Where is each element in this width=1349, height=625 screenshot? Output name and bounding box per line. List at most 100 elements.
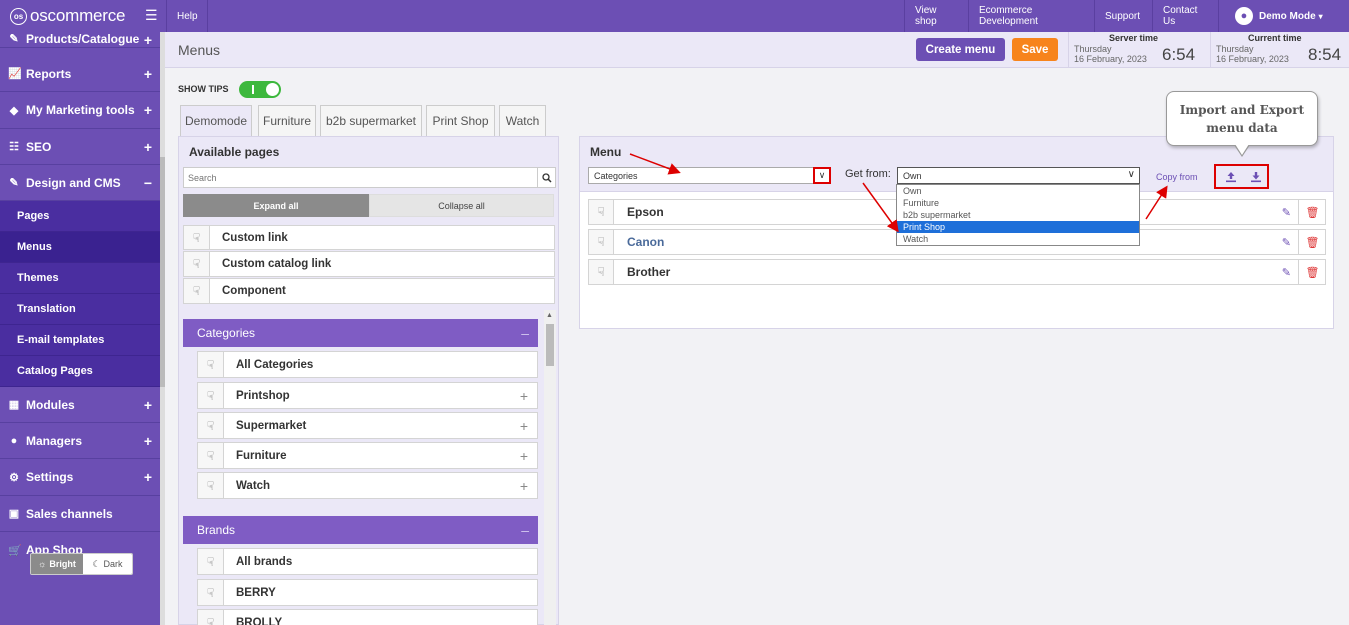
help-link[interactable]: Help bbox=[166, 0, 208, 32]
drag-hand-icon[interactable]: ☟ bbox=[589, 230, 614, 254]
edit-pencil-icon[interactable]: ✎ bbox=[1282, 206, 1291, 219]
available-pages-scrollbar[interactable]: ▲ bbox=[544, 310, 556, 625]
expand-all-button[interactable]: Expand all bbox=[183, 194, 369, 217]
chevron-down-icon[interactable]: ∨ bbox=[813, 167, 831, 184]
drag-hand-icon[interactable]: ☟ bbox=[184, 252, 210, 276]
edit-pencil-icon[interactable]: ✎ bbox=[1282, 266, 1291, 279]
expand-icon[interactable]: + bbox=[520, 478, 528, 494]
get-from-select[interactable]: Own ∨ bbox=[897, 167, 1140, 184]
contact-us-link[interactable]: Contact Us bbox=[1152, 0, 1218, 32]
sidebar-item-products[interactable]: ✎ Products/Catalogue + bbox=[0, 32, 160, 48]
sidebar-scrollbar[interactable] bbox=[160, 32, 165, 625]
sidebar-item-modules[interactable]: ▦ Modules + bbox=[0, 387, 160, 423]
dropdown-option[interactable]: Own bbox=[897, 185, 1139, 197]
dropdown-option[interactable]: Watch bbox=[897, 233, 1139, 245]
sidebar-subitem-pages[interactable]: Pages bbox=[0, 201, 160, 232]
hamburger-menu-icon[interactable]: ☰ bbox=[145, 7, 158, 24]
theme-bright-button[interactable]: ☼ Bright bbox=[31, 554, 83, 574]
category-item[interactable]: ☟ Watch + bbox=[197, 472, 538, 499]
sidebar-subitem-catalog-pages[interactable]: Catalog Pages bbox=[0, 356, 160, 387]
support-link[interactable]: Support bbox=[1094, 0, 1152, 32]
logo[interactable]: os oscommerce ☰ bbox=[0, 0, 164, 32]
page-title: Menus bbox=[178, 42, 221, 58]
search-field[interactable] bbox=[183, 167, 538, 188]
demo-mode-menu[interactable]: ● Demo Mode ▾ bbox=[1218, 0, 1349, 32]
save-button[interactable]: Save bbox=[1012, 38, 1058, 61]
brands-section-header[interactable]: Brands – bbox=[183, 516, 538, 544]
category-item[interactable]: ☟ All Categories bbox=[197, 351, 538, 378]
search-button[interactable] bbox=[537, 167, 556, 188]
sidebar-subitem-themes[interactable]: Themes bbox=[0, 263, 160, 294]
category-item[interactable]: ☟ Printshop + bbox=[197, 382, 538, 409]
category-item[interactable]: ☟ Furniture + bbox=[197, 442, 538, 469]
drag-hand-icon[interactable]: ☟ bbox=[198, 473, 224, 498]
drag-hand-icon[interactable]: ☟ bbox=[589, 260, 614, 284]
sidebar-subitem-menus[interactable]: Menus bbox=[0, 232, 160, 263]
list-item-custom-link[interactable]: ☟ Custom link bbox=[183, 225, 555, 250]
dropdown-option-highlighted[interactable]: Print Shop bbox=[897, 221, 1139, 233]
upload-icon[interactable] bbox=[1221, 168, 1241, 185]
modules-icon: ▦ bbox=[8, 399, 20, 411]
drag-hand-icon[interactable]: ☟ bbox=[198, 610, 224, 625]
tab-print-shop[interactable]: Print Shop bbox=[426, 105, 495, 136]
dropdown-option[interactable]: b2b supermarket bbox=[897, 209, 1139, 221]
brand-item[interactable]: ☟ BROLLY bbox=[197, 609, 538, 625]
tab-demomode[interactable]: Demomode bbox=[180, 105, 252, 136]
tab-furniture[interactable]: Furniture bbox=[258, 105, 316, 136]
collapse-icon[interactable]: – bbox=[521, 325, 529, 341]
collapse-all-button[interactable]: Collapse all bbox=[369, 194, 554, 217]
sidebar-item-reports[interactable]: 📈 Reports + bbox=[0, 56, 160, 92]
categories-section-header[interactable]: Categories – bbox=[183, 319, 538, 347]
get-from-label: Get from: bbox=[845, 168, 891, 180]
copy-from-link[interactable]: Copy from bbox=[1156, 172, 1198, 182]
available-pages-panel: Available pages Expand all Collapse all … bbox=[178, 136, 559, 625]
sidebar-item-design-cms[interactable]: ✎ Design and CMS − bbox=[0, 165, 160, 201]
scroll-up-icon[interactable]: ▲ bbox=[546, 312, 553, 319]
download-icon[interactable] bbox=[1246, 168, 1266, 185]
collapse-icon[interactable]: – bbox=[521, 522, 529, 538]
expand-icon[interactable]: + bbox=[520, 418, 528, 434]
trash-icon[interactable]: 🗑 bbox=[1298, 260, 1326, 284]
search-input[interactable] bbox=[184, 168, 514, 187]
brand-item[interactable]: ☟ All brands bbox=[197, 548, 538, 575]
drag-hand-icon[interactable]: ☟ bbox=[198, 580, 224, 605]
drag-hand-icon[interactable]: ☟ bbox=[198, 549, 224, 574]
drag-hand-icon[interactable]: ☟ bbox=[589, 200, 614, 224]
theme-toggle[interactable]: ☼ Bright ☾ Dark bbox=[30, 553, 133, 575]
drag-hand-icon[interactable]: ☟ bbox=[198, 413, 224, 438]
sidebar-item-marketing[interactable]: ◆ My Marketing tools + bbox=[0, 92, 160, 129]
menu-item-row[interactable]: ☟ Brother ✎ 🗑 bbox=[588, 259, 1326, 285]
drag-hand-icon[interactable]: ☟ bbox=[198, 352, 224, 377]
menu-select[interactable]: Categories bbox=[588, 167, 824, 184]
drag-hand-icon[interactable]: ☟ bbox=[198, 443, 224, 468]
trash-icon[interactable]: 🗑 bbox=[1298, 200, 1326, 224]
list-item-custom-catalog-link[interactable]: ☟ Custom catalog link bbox=[183, 251, 555, 277]
category-item[interactable]: ☟ Supermarket + bbox=[197, 412, 538, 439]
view-shop-link[interactable]: View shop bbox=[904, 0, 968, 32]
expand-icon[interactable]: + bbox=[520, 448, 528, 464]
scrollbar-thumb[interactable] bbox=[160, 157, 165, 387]
show-tips-toggle[interactable] bbox=[239, 81, 281, 98]
sidebar-item-sales-channels[interactable]: ▣ Sales channels bbox=[0, 496, 160, 532]
drag-hand-icon[interactable]: ☟ bbox=[184, 279, 210, 303]
sidebar-item-seo[interactable]: ☷ SEO + bbox=[0, 129, 160, 165]
create-menu-button[interactable]: Create menu bbox=[916, 38, 1005, 61]
ecommerce-development-link[interactable]: Ecommerce Development bbox=[968, 0, 1094, 32]
edit-pencil-icon[interactable]: ✎ bbox=[1282, 236, 1291, 249]
tab-b2b-supermarket[interactable]: b2b supermarket bbox=[320, 105, 422, 136]
tab-watch[interactable]: Watch bbox=[499, 105, 546, 136]
list-item-component[interactable]: ☟ Component bbox=[183, 278, 555, 304]
sidebar-item-managers[interactable]: ● Managers + bbox=[0, 423, 160, 459]
sidebar-item-settings[interactable]: ⚙ Settings + bbox=[0, 459, 160, 496]
sidebar-subitem-email-templates[interactable]: E-mail templates bbox=[0, 325, 160, 356]
brand-item[interactable]: ☟ BERRY bbox=[197, 579, 538, 606]
drag-hand-icon[interactable]: ☟ bbox=[198, 383, 224, 408]
sidebar-subitem-translation[interactable]: Translation bbox=[0, 294, 160, 325]
theme-dark-button[interactable]: ☾ Dark bbox=[82, 554, 132, 574]
expand-icon[interactable]: + bbox=[520, 388, 528, 404]
dropdown-option[interactable]: Furniture bbox=[897, 197, 1139, 209]
drag-hand-icon[interactable]: ☟ bbox=[184, 226, 210, 249]
scrollbar-thumb[interactable] bbox=[546, 324, 554, 366]
chevron-down-icon: ∨ bbox=[1127, 169, 1135, 180]
trash-icon[interactable]: 🗑 bbox=[1298, 230, 1326, 254]
